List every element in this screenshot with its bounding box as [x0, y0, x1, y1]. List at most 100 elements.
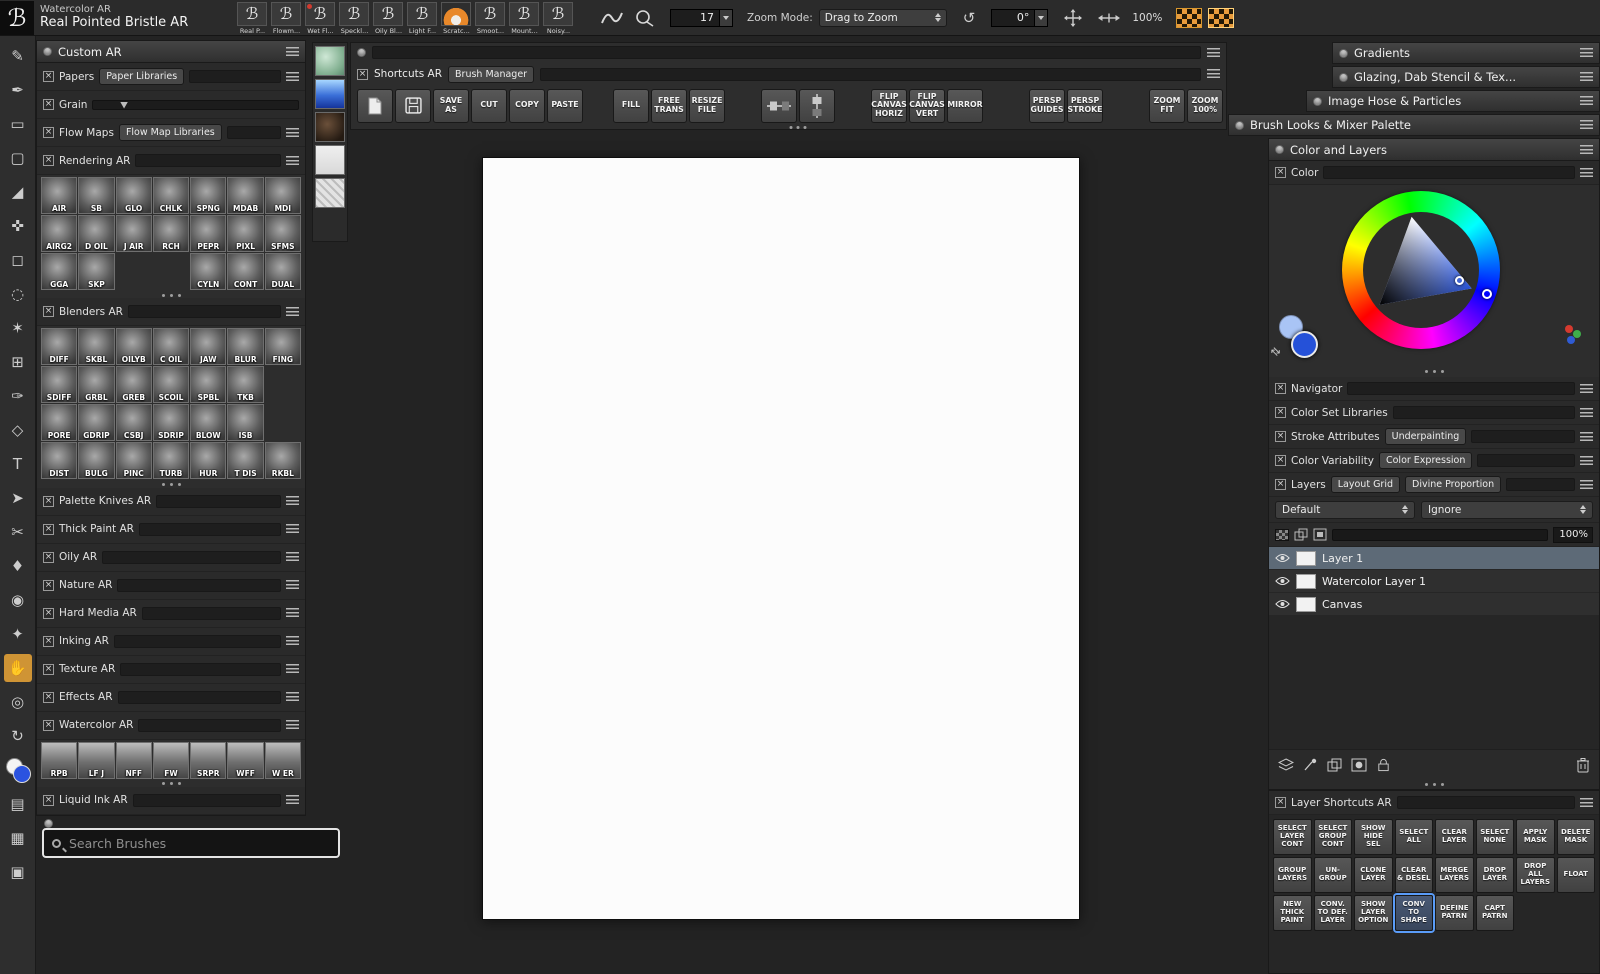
saturation-value-triangle[interactable] [1365, 214, 1477, 326]
watercolor-checkbox[interactable] [43, 719, 54, 731]
layer-opacity-value[interactable]: 100% [1553, 526, 1593, 543]
brush-shortcut-cell[interactable]: DIST [41, 442, 78, 480]
brush-variant-thumb[interactable]: Flowm... [270, 1, 303, 35]
gradient-selector[interactable]: ▦ [4, 824, 32, 852]
save-as-button[interactable]: SAVE AS [433, 88, 469, 123]
brush-variant-thumb[interactable]: Noisy... [542, 1, 575, 35]
panel-collapse-dot-icon[interactable] [43, 47, 52, 56]
category-menu-icon[interactable] [286, 524, 299, 535]
layer-shortcut-button[interactable]: CLEAR LAYER [1435, 819, 1474, 855]
fit-width-icon[interactable] [1098, 12, 1121, 24]
brush-shortcut-cell[interactable]: PEPR [190, 215, 227, 252]
swap-colors-icon[interactable]: ⇄ [1268, 344, 1284, 360]
layer-opacity-slider[interactable] [1332, 528, 1548, 541]
color-checkbox[interactable] [1275, 167, 1286, 178]
blenders-checkbox[interactable] [43, 306, 54, 318]
category-checkbox[interactable] [43, 495, 54, 507]
weave-preview[interactable] [315, 145, 345, 175]
category-checkbox[interactable] [43, 579, 54, 591]
main-color-swatch[interactable] [4, 756, 32, 784]
brush-size-field[interactable]: 17 [670, 8, 733, 27]
layer-shortcut-button[interactable]: CAPT PATRN [1475, 895, 1514, 931]
brush-shortcut-cell[interactable]: SFMS [264, 215, 301, 252]
shortcuts-tab-menu-icon[interactable] [1207, 69, 1220, 79]
horizontal-align-widget-button[interactable] [761, 88, 797, 123]
brush-shortcut-cell[interactable]: SDRIP [152, 404, 190, 442]
layer-visibility-icon[interactable] [1275, 599, 1290, 609]
flip-canvas-horizontal-button[interactable]: FLIP CANVAS HORIZ [871, 88, 907, 123]
free-transform-button[interactable]: FREE TRANS [651, 88, 687, 123]
brush-shortcut-cell[interactable]: OILYB [115, 328, 152, 366]
layer-shortcut-button[interactable]: CLEAR & DESEL [1394, 857, 1433, 893]
brush-variant-thumb[interactable]: Light F... [406, 1, 439, 35]
gradients-dot-icon[interactable] [1339, 48, 1348, 58]
brush-shortcut-cell[interactable]: CYLN [190, 253, 227, 290]
gradient-preview[interactable] [315, 79, 345, 109]
copy-button[interactable]: COPY [509, 88, 545, 123]
brush-shortcut-cell[interactable]: GREB [115, 366, 152, 404]
brush-looks-panel-header[interactable]: Brush Looks & Mixer Palette [1228, 114, 1600, 136]
sv-marker[interactable] [1455, 276, 1464, 285]
color-layers-menu-icon[interactable] [1580, 144, 1593, 155]
layer-mover-tool[interactable]: ✜ [4, 212, 32, 240]
paste-button[interactable]: PASTE [547, 88, 583, 123]
brush-shortcut-cell[interactable]: BLOW [190, 404, 227, 442]
layer-shortcut-button[interactable]: APPLY MASK [1516, 819, 1555, 855]
layer-visibility-icon[interactable] [1275, 553, 1290, 563]
brush-shortcut-cell[interactable]: LF J [78, 741, 115, 779]
brush-shortcut-cell[interactable]: FING [264, 328, 301, 366]
brush-shortcut-cell[interactable]: AIRG2 [41, 215, 78, 252]
zoom-fit-button[interactable]: ZOOM FIT [1149, 88, 1185, 123]
brush-variant-thumb[interactable]: Smoot... [474, 1, 507, 35]
gradients-panel-header[interactable]: Gradients [1332, 42, 1600, 64]
layer-link-icon[interactable] [1313, 528, 1327, 541]
brush-ghost-icon[interactable] [634, 9, 654, 27]
crop-tool[interactable]: ⊞ [4, 348, 32, 376]
layer-ignore-select[interactable]: Ignore [1421, 500, 1593, 519]
layer-shortcut-button[interactable]: UN- GROUP [1313, 857, 1352, 893]
rendering-menu-icon[interactable] [286, 155, 299, 166]
custom-ar-header[interactable]: Custom AR [37, 41, 305, 63]
text-tool[interactable]: T [4, 450, 32, 478]
navigator-checkbox[interactable] [1275, 383, 1286, 394]
fill-button[interactable]: FILL [613, 88, 649, 123]
search-panel-dot-icon[interactable] [44, 819, 53, 828]
brush-info[interactable]: Watercolor AR Real Pointed Bristle AR [40, 4, 190, 30]
brush-shortcut-cell[interactable]: TKB [227, 366, 264, 404]
brush-shortcut-cell[interactable]: GLO [115, 177, 152, 214]
move-canvas-icon[interactable] [1064, 8, 1083, 27]
liquid-ink-menu-icon[interactable] [286, 795, 299, 806]
flow-maps-menu-icon[interactable] [286, 127, 299, 138]
reset-rotation-icon[interactable]: ↺ [963, 9, 976, 27]
brush-shortcut-cell[interactable]: BLUR [227, 328, 264, 366]
zoom-100-button[interactable]: ZOOM 100% [1187, 88, 1223, 123]
paint-bucket-tool[interactable]: ◉ [4, 586, 32, 614]
shortcuts-tab-label[interactable]: Shortcuts AR [374, 68, 442, 80]
category-menu-icon[interactable] [286, 692, 299, 703]
brush-shortcut-cell[interactable]: GRBL [78, 366, 115, 404]
color-set-menu-icon[interactable] [1580, 407, 1593, 418]
rendering-checkbox[interactable] [43, 155, 54, 166]
save-button[interactable] [395, 88, 431, 123]
category-checkbox[interactable] [43, 523, 54, 535]
layer-mask-icon[interactable] [1351, 758, 1367, 772]
brush-shortcut-cell[interactable]: SPNG [190, 177, 227, 214]
brush-size-dropdown-icon[interactable] [720, 8, 733, 27]
stamp-tool[interactable]: ▢ [4, 144, 32, 172]
layer-row[interactable]: Watercolor Layer 1 [1269, 570, 1599, 593]
brush-shortcut-cell[interactable]: AIR [41, 177, 78, 214]
category-checkbox[interactable] [43, 663, 54, 675]
tracing-paper-alt-icon[interactable] [1208, 7, 1235, 28]
shape-select-tool[interactable]: ➤ [4, 484, 32, 512]
category-checkbox[interactable] [43, 635, 54, 647]
flip-canvas-vertical-button[interactable]: FLIP CANVAS VERT [909, 88, 945, 123]
rotation-value[interactable]: 0° [991, 8, 1036, 27]
eraser-tool[interactable]: ▭ [4, 110, 32, 138]
brush-shortcut-cell[interactable]: SPBL [190, 366, 227, 404]
category-menu-icon[interactable] [286, 552, 299, 563]
layer-shortcut-button[interactable]: NEW THICK PAINT [1273, 895, 1312, 931]
divine-proportion-button[interactable]: Divine Proportion [1405, 476, 1502, 493]
category-checkbox[interactable] [43, 607, 54, 619]
pattern-preview[interactable] [315, 112, 345, 142]
delete-layer-icon[interactable] [1576, 757, 1590, 773]
